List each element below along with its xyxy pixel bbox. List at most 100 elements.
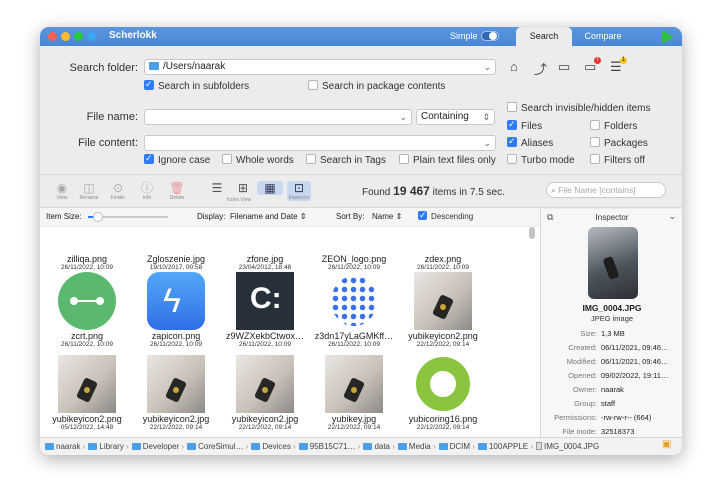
file-item[interactable]: yubikey.jpg 22/12/2022, 09:14 bbox=[310, 355, 398, 431]
list-view-button[interactable]: ☰ bbox=[206, 181, 228, 195]
tab-compare[interactable]: Compare bbox=[576, 27, 630, 46]
file-item[interactable]: zcrt.png 26/11/2022, 10:09 bbox=[43, 272, 131, 348]
file-item[interactable]: ZEON_logo.png 26/11/2022, 10:09 bbox=[310, 227, 398, 271]
file-item[interactable]: C: z9WZXekbCtwox… 26/11/2022, 10:09 bbox=[221, 272, 309, 348]
run-search-play-icon[interactable] bbox=[662, 30, 674, 44]
path-segment[interactable]: Library › bbox=[88, 442, 129, 451]
descending-checkbox[interactable]: Descending bbox=[418, 210, 473, 221]
file-date: 22/12/2022, 09:14 bbox=[327, 424, 381, 431]
minimize-window-button[interactable] bbox=[61, 32, 70, 41]
file-date: 22/12/2022, 09:14 bbox=[416, 424, 470, 431]
folders-checkbox[interactable]: Folders bbox=[590, 120, 637, 132]
file-item[interactable]: zfone.jpg 23/04/2012, 18:48 bbox=[221, 227, 309, 271]
file-item[interactable]: zdex.png 26/11/2022, 10:09 bbox=[399, 227, 487, 271]
file-name: yubikeyicon2.jpg bbox=[142, 414, 210, 424]
file-date: 23/04/2012, 18:48 bbox=[238, 264, 292, 271]
path-segment[interactable]: Media › bbox=[397, 442, 436, 451]
file-item[interactable]: yubicoring16.png 22/12/2022, 09:14 bbox=[399, 355, 487, 431]
search-in-package-checkbox[interactable]: Search in package contents bbox=[308, 80, 445, 92]
file-content-input[interactable]: ⌄ bbox=[144, 135, 496, 151]
inspector-button[interactable]: ⊡ Inspector bbox=[287, 181, 311, 201]
path-segment[interactable]: naarak › bbox=[45, 442, 85, 451]
inspector-row: Group: staff bbox=[541, 399, 682, 411]
containing-select[interactable]: Containing ⇕ bbox=[416, 109, 495, 125]
files-label: Files bbox=[521, 121, 543, 132]
file-name: yubikeyicon2.png bbox=[408, 331, 478, 341]
file-date: 26/11/2022, 10:09 bbox=[61, 264, 113, 271]
file-item[interactable]: yubikeyicon2.jpg 22/12/2022, 09:14 bbox=[132, 355, 220, 431]
finder-button[interactable]: ⊙ Finder bbox=[107, 181, 129, 201]
app-window: Scherlokk Simple Search Compare Search f… bbox=[40, 27, 682, 455]
aliases-checkbox[interactable]: Aliases bbox=[507, 136, 553, 149]
file-item[interactable]: yubikeyicon2.png 22/12/2022, 09:14 bbox=[399, 272, 487, 348]
inspector-panel: ⧉ Inspector ⌄ IMG_0004.JPG JPEG image Si… bbox=[540, 209, 682, 437]
turbo-mode-checkbox[interactable]: Turbo mode bbox=[507, 154, 575, 166]
search-in-tags-checkbox[interactable]: Search in Tags bbox=[306, 154, 386, 166]
inspector-value: staff bbox=[601, 399, 616, 408]
inspector-key: Modified: bbox=[566, 357, 597, 366]
tree-view-button[interactable]: ⊞ bbox=[232, 181, 254, 195]
file-item[interactable]: ϟ zapicon.png 26/11/2022, 10:09 bbox=[132, 272, 220, 348]
rename-button[interactable]: ◫ Rename bbox=[78, 181, 100, 201]
folder-icon bbox=[187, 443, 197, 450]
slider-handle[interactable] bbox=[93, 212, 103, 222]
chevron-down-icon[interactable]: ⌄ bbox=[668, 211, 676, 222]
file-thumbnail bbox=[236, 355, 294, 413]
tree-icon: ⊞ bbox=[237, 181, 249, 195]
sort-select[interactable]: Name ⇕ bbox=[372, 212, 402, 221]
view-button[interactable]: ◉ View bbox=[51, 181, 73, 201]
file-item[interactable]: yubikeyicon2.png 05/12/2022, 14:48 bbox=[43, 355, 131, 431]
search-in-subfolders-checkbox[interactable]: Search in subfolders bbox=[144, 79, 249, 92]
display-select[interactable]: Filename and Date ⇕ bbox=[230, 212, 307, 221]
inspector-key: Group: bbox=[574, 399, 597, 408]
packages-checkbox[interactable]: Packages bbox=[590, 137, 648, 149]
plain-text-checkbox[interactable]: Plain text files only bbox=[399, 154, 496, 166]
folder-icon bbox=[131, 443, 141, 450]
ignore-case-checkbox[interactable]: Ignore case bbox=[144, 153, 210, 166]
delete-button[interactable]: 🗑 Delete bbox=[166, 181, 188, 201]
navigate-back-icon[interactable]: ⤴ bbox=[534, 59, 547, 78]
path-segment[interactable]: Developer › bbox=[131, 442, 184, 451]
file-thumbnail bbox=[325, 355, 383, 413]
file-item[interactable]: yubikeyicon2.jpg 22/12/2022, 09:14 bbox=[221, 355, 309, 431]
tab-search[interactable]: Search bbox=[516, 27, 572, 46]
path-segment[interactable]: CoreSimul… › bbox=[187, 442, 248, 451]
grid-scrollbar[interactable] bbox=[529, 227, 535, 239]
close-window-button[interactable] bbox=[48, 32, 57, 41]
new-folder-icon[interactable]: ▭ bbox=[558, 59, 570, 75]
extra-window-button[interactable] bbox=[87, 32, 96, 41]
chevron-right-icon: › bbox=[472, 442, 475, 451]
path-segment[interactable]: 100APPLE › bbox=[477, 442, 533, 451]
filter-search-input[interactable]: ⌕ File Name [contains] bbox=[546, 182, 666, 198]
item-size-slider[interactable] bbox=[88, 212, 168, 222]
whole-words-checkbox[interactable]: Whole words bbox=[222, 154, 294, 166]
path-segment-label: Media bbox=[408, 442, 431, 451]
packages-label: Packages bbox=[604, 138, 648, 149]
file-name: yubikeyicon2.png bbox=[52, 414, 122, 424]
file-item[interactable]: zilliqazilliqa.png26/11/2022, 10:09 bbox=[43, 227, 131, 271]
zoom-window-button[interactable] bbox=[74, 32, 83, 41]
folder-action-icon[interactable]: ▣ bbox=[662, 439, 671, 450]
path-segment[interactable]: IMG_0004.JPG bbox=[536, 442, 599, 451]
inspector-row: Created: 06/11/2021, 09:46… bbox=[541, 343, 682, 355]
search-invisible-checkbox[interactable]: Search invisible/hidden items bbox=[507, 102, 651, 114]
path-segment[interactable]: Devices › bbox=[251, 442, 296, 451]
search-folder-label: Search folder: bbox=[69, 62, 138, 74]
file-item[interactable]: JPEGZgloszenie.jpg19/10/2017, 00:58 bbox=[132, 227, 220, 271]
files-checkbox[interactable]: Files bbox=[507, 119, 543, 132]
file-name-input[interactable]: ⌄ bbox=[144, 109, 412, 125]
path-segment[interactable]: 95B15C71… › bbox=[298, 442, 360, 451]
file-thumbnail bbox=[414, 355, 472, 413]
simple-mode-toggle[interactable] bbox=[481, 31, 499, 41]
info-button[interactable]: ⓘ Info bbox=[136, 181, 158, 201]
inspector-file-kind: JPEG image bbox=[590, 314, 634, 323]
file-item[interactable]: z3dn17yLaGMKff… 26/11/2022, 10:09 bbox=[310, 272, 398, 348]
icons-view-button[interactable]: ▦ bbox=[257, 181, 283, 195]
open-folder-icon[interactable]: ⌂ bbox=[510, 59, 518, 74]
search-folder-field[interactable]: /Users/naarak ⌄ bbox=[144, 59, 496, 75]
path-segment[interactable]: data › bbox=[363, 442, 395, 451]
file-thumbnail bbox=[236, 227, 294, 253]
path-segment[interactable]: DCIM › bbox=[438, 442, 475, 451]
filters-off-checkbox[interactable]: Filters off bbox=[590, 154, 645, 166]
sort-by-label: Sort By: bbox=[336, 212, 365, 221]
